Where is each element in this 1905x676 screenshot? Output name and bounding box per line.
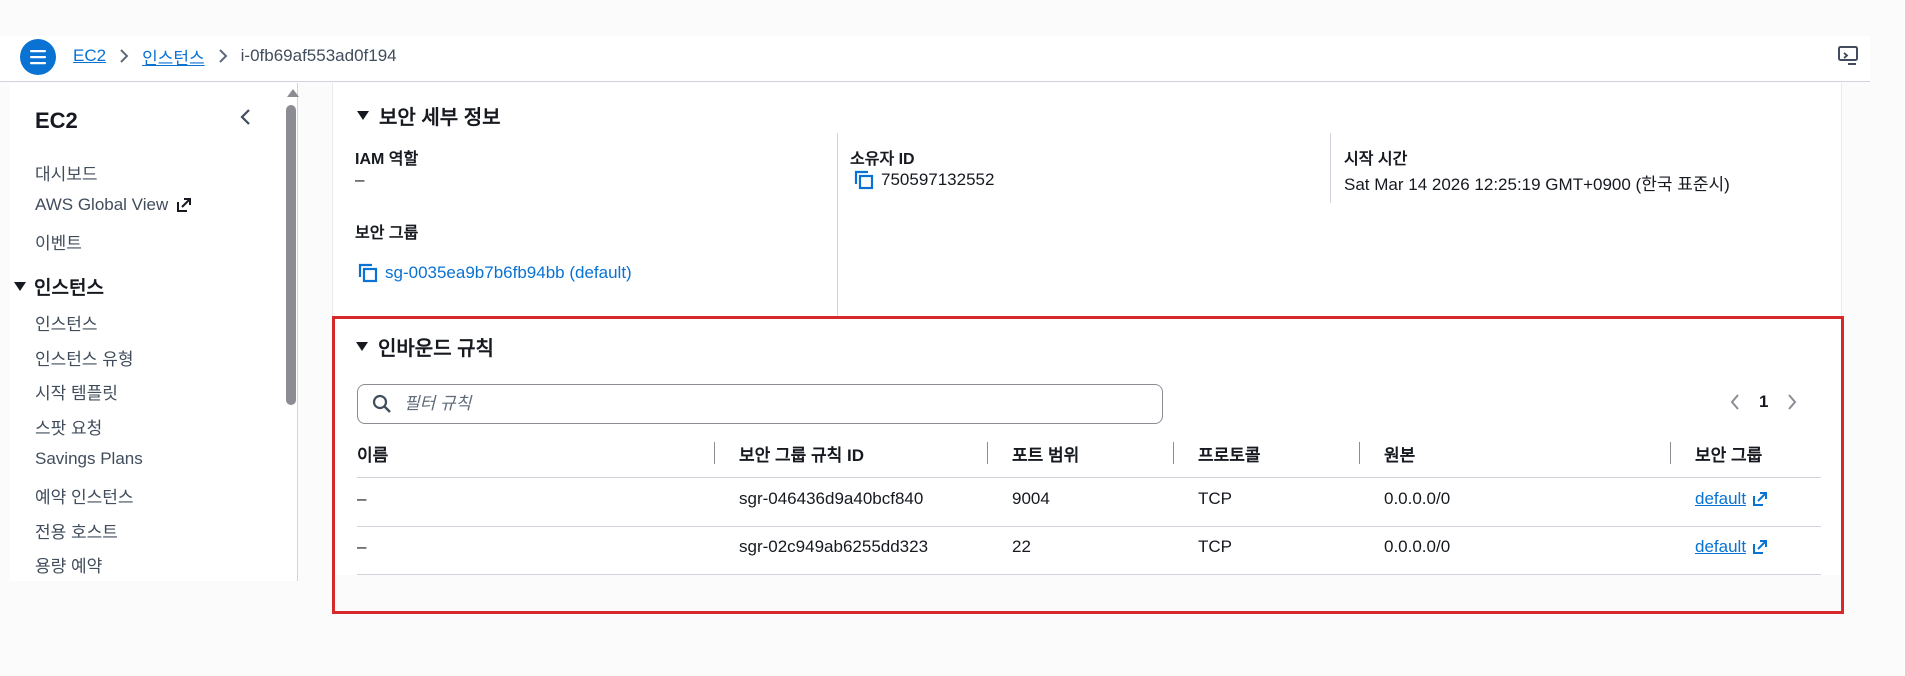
launch-time-label: 시작 시간: [1344, 151, 1408, 168]
link-label: default: [1695, 537, 1747, 556]
sidebar-item-launch-templates[interactable]: 시작 템플릿: [35, 379, 118, 404]
sidebar-scrollbar[interactable]: [284, 83, 299, 581]
external-link-icon: [1753, 540, 1768, 554]
copy-icon[interactable]: [357, 262, 379, 284]
caret-down-icon: [356, 342, 368, 351]
cell-rule-id: sgr-046436d9a40bcf840: [739, 489, 924, 508]
sidebar-title: EC2: [35, 108, 78, 133]
breadcrumb-ec2[interactable]: EC2: [73, 46, 106, 66]
sidebar-section-label: 인스턴스: [34, 278, 104, 299]
sidebar-item-instances[interactable]: 인스턴스: [35, 310, 98, 335]
collapse-sidebar-button[interactable]: [238, 107, 252, 132]
security-details-panel: 보안 세부 정보 IAM 역할 – 보안 그룹 sg-0035ea9b7b6fb…: [332, 83, 1842, 316]
inbound-rules-heading[interactable]: 인바운드 규칙: [356, 332, 494, 361]
breadcrumb: EC2 인스턴스 i-0fb69af553ad0f194: [73, 44, 397, 68]
sidebar-item-events[interactable]: 이벤트: [35, 229, 82, 254]
security-group-default-link[interactable]: default: [1695, 489, 1768, 509]
cell-rule-id: sgr-02c949ab6255dd323: [739, 537, 929, 556]
owner-id-label: 소유자 ID: [850, 151, 915, 168]
sidebar-item-label: AWS Global View: [35, 195, 169, 214]
cell-port-range: 22: [1012, 537, 1031, 556]
split-panel-icon[interactable]: [1837, 45, 1859, 72]
column-divider: [1330, 133, 1331, 203]
section-title: 인바운드 규칙: [378, 338, 494, 360]
breadcrumb-instances[interactable]: 인스턴스: [142, 44, 205, 69]
scrollbar-thumb[interactable]: [286, 105, 296, 405]
top-bar: EC2 인스턴스 i-0fb69af553ad0f194: [0, 36, 1870, 82]
chevron-left-icon: [1730, 394, 1739, 410]
cell-protocol: TCP: [1198, 489, 1232, 508]
menu-button[interactable]: [20, 39, 56, 75]
chevron-right-icon: [1788, 394, 1797, 410]
sidebar-item-spot-requests[interactable]: 스팟 요청: [35, 414, 102, 439]
chevron-right-icon: [119, 49, 129, 63]
cell-protocol: TCP: [1198, 537, 1232, 556]
column-resizer[interactable]: [1359, 442, 1360, 464]
cell-source: 0.0.0.0/0: [1384, 489, 1451, 508]
cell-source: 0.0.0.0/0: [1384, 537, 1451, 556]
owner-id-value: 750597132552: [881, 170, 995, 189]
chevron-right-icon: [218, 49, 228, 63]
sidebar-section-instances[interactable]: 인스턴스: [14, 273, 104, 300]
iam-role-label: IAM 역할: [355, 151, 419, 168]
iam-role-value: –: [355, 170, 365, 189]
column-header-source[interactable]: 원본: [1384, 441, 1415, 466]
column-header-security-group[interactable]: 보안 그룹: [1695, 441, 1762, 466]
security-group-link[interactable]: sg-0035ea9b7b6fb94bb (default): [385, 263, 632, 283]
header-divider: [357, 477, 1821, 478]
chevron-left-icon: [240, 109, 250, 125]
external-link-icon: [1753, 492, 1768, 506]
row-divider: [357, 526, 1821, 527]
copy-icon[interactable]: [853, 169, 875, 191]
breadcrumb-current: i-0fb69af553ad0f194: [240, 46, 397, 65]
sidebar-item-instance-types[interactable]: 인스턴스 유형: [35, 345, 134, 370]
inbound-rules-panel: 인바운드 규칙 1 이름 보안 그룹 규칙 ID 포트 범위 프로토콜 원본 보…: [332, 317, 1842, 575]
owner-id-value-row: 750597132552: [853, 169, 994, 191]
column-header-name[interactable]: 이름: [357, 441, 388, 466]
security-groups-label: 보안 그룹: [355, 225, 419, 242]
page-number[interactable]: 1: [1759, 392, 1768, 412]
security-group-default-link[interactable]: default: [1695, 537, 1768, 557]
previous-page-button[interactable]: [1729, 392, 1741, 412]
column-divider: [837, 133, 838, 316]
column-header-rule-id[interactable]: 보안 그룹 규칙 ID: [739, 441, 864, 466]
hamburger-icon: [30, 50, 46, 65]
row-divider: [357, 574, 1821, 575]
caret-down-icon: [357, 111, 369, 120]
column-resizer[interactable]: [1670, 442, 1671, 464]
external-link-icon: [177, 198, 192, 212]
cell-name: –: [357, 537, 367, 556]
cell-security-group: default: [1695, 537, 1768, 557]
cell-port-range: 9004: [1012, 489, 1050, 508]
sidebar-item-capacity-reservations[interactable]: 용량 예약: [35, 552, 102, 577]
sidebar-item-reserved-instances[interactable]: 예약 인스턴스: [35, 483, 134, 508]
section-title: 보안 세부 정보: [379, 107, 501, 129]
sidebar-item-savings-plans[interactable]: Savings Plans: [35, 449, 143, 469]
sidebar: EC2 대시보드 AWS Global View 이벤트 인스턴스 인스턴스 인…: [10, 83, 299, 581]
cell-name: –: [357, 489, 367, 508]
sidebar-item-dashboard[interactable]: 대시보드: [35, 160, 98, 185]
search-icon: [372, 394, 391, 413]
filter-rules-input[interactable]: [404, 394, 1144, 414]
column-header-port-range[interactable]: 포트 범위: [1012, 441, 1079, 466]
sidebar-item-global-view[interactable]: AWS Global View: [35, 195, 192, 215]
cell-security-group: default: [1695, 489, 1768, 509]
next-page-button[interactable]: [1786, 392, 1798, 412]
launch-time-value: Sat Mar 14 2026 12:25:19 GMT+0900 (한국 표준…: [1344, 175, 1730, 194]
caret-down-icon: [14, 282, 26, 291]
pagination: 1: [1729, 392, 1798, 412]
scroll-up-arrow-icon[interactable]: [287, 89, 299, 97]
security-group-item: sg-0035ea9b7b6fb94bb (default): [357, 262, 632, 284]
column-resizer[interactable]: [1173, 442, 1174, 464]
link-label: default: [1695, 489, 1747, 508]
security-details-heading[interactable]: 보안 세부 정보: [357, 101, 501, 130]
column-resizer[interactable]: [714, 442, 715, 464]
column-resizer[interactable]: [987, 442, 988, 464]
column-header-protocol[interactable]: 프로토콜: [1198, 441, 1261, 466]
filter-rules-search[interactable]: [357, 384, 1163, 424]
sidebar-item-dedicated-hosts[interactable]: 전용 호스트: [35, 518, 118, 543]
